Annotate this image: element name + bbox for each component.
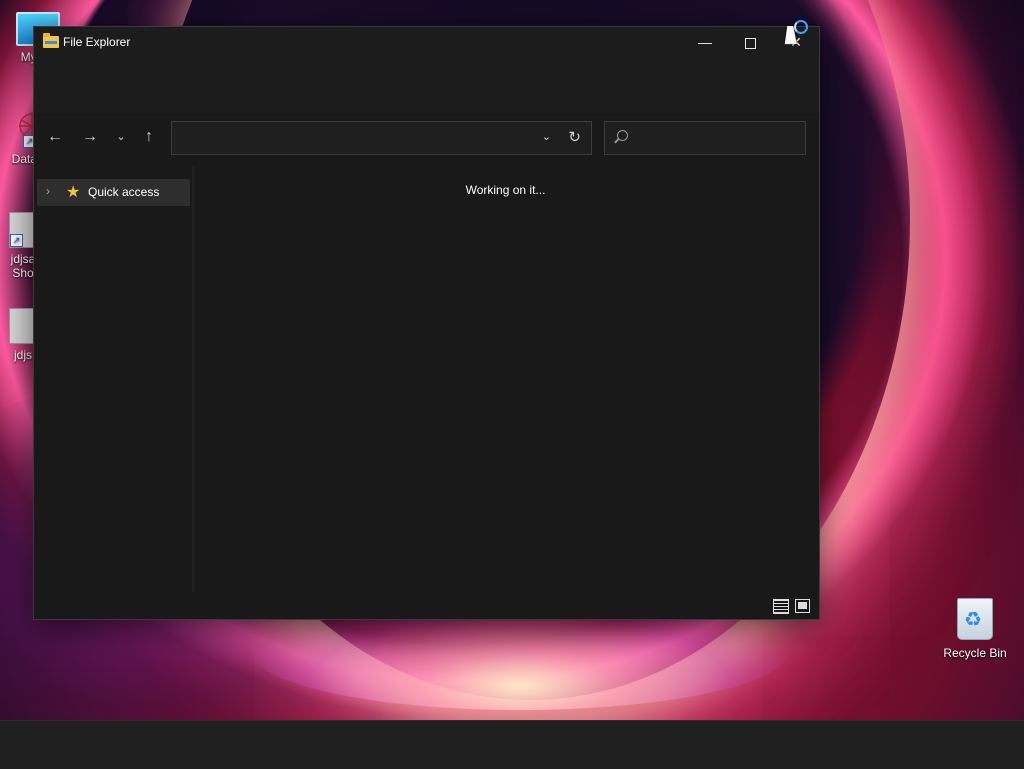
address-dropdown-button[interactable]: ⌄: [542, 130, 551, 143]
maximize-icon: [744, 37, 756, 49]
refresh-button[interactable]: ↻: [568, 128, 581, 146]
nav-item-label: Quick access: [88, 185, 160, 199]
command-bar: [34, 57, 819, 113]
minimize-button[interactable]: —: [682, 27, 728, 57]
navigation-pane: › ★ Quick access: [34, 167, 194, 592]
forward-button[interactable]: →: [76, 123, 104, 151]
content-pane[interactable]: Working on it...: [194, 167, 817, 592]
navigation-bar: ← → ⌄ ↑ ⌄ ↻: [34, 113, 819, 163]
address-bar[interactable]: ⌄ ↻: [171, 121, 592, 155]
desktop-icon-recycle-bin[interactable]: Recycle Bin: [939, 598, 1011, 660]
file-explorer-window: File Explorer — ✕ ← → ⌄ ↑ ⌄ ↻ › ★ Quick …: [33, 26, 820, 620]
large-icons-view-icon[interactable]: [795, 599, 810, 613]
folder-icon: [43, 33, 59, 48]
recycle-bin-icon: [957, 598, 993, 640]
star-icon: ★: [66, 184, 81, 201]
status-bar: [34, 594, 819, 619]
window-title: File Explorer: [63, 35, 131, 49]
title-bar[interactable]: File Explorer — ✕: [34, 27, 819, 57]
loading-status-text: Working on it...: [465, 183, 546, 197]
nav-item-quick-access[interactable]: › ★ Quick access: [37, 179, 190, 206]
up-button[interactable]: ↑: [135, 123, 163, 151]
chevron-right-icon[interactable]: ›: [46, 184, 50, 198]
back-button[interactable]: ←: [41, 123, 69, 151]
search-icon: [617, 130, 628, 141]
taskbar: [0, 720, 1024, 769]
desktop-icon-label: Recycle Bin: [943, 646, 1007, 660]
busy-indicator-icon: [794, 20, 808, 34]
recent-locations-button[interactable]: ⌄: [107, 123, 135, 151]
search-input[interactable]: [604, 121, 806, 155]
details-view-icon[interactable]: [773, 599, 789, 614]
maximize-button[interactable]: [727, 27, 773, 57]
